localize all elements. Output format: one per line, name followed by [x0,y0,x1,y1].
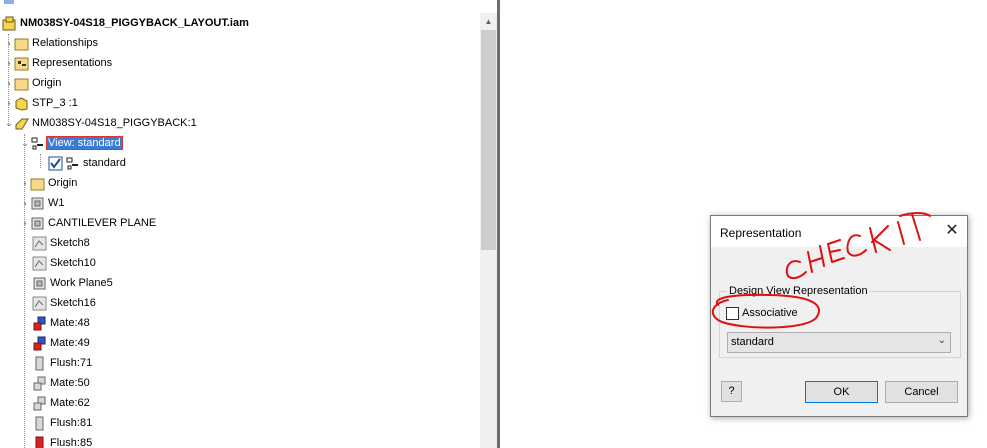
tree-item-label: NM038SY-04S18_PIGGYBACK:1 [32,117,197,129]
part-icon [14,96,29,111]
tree-item-label: Relationships [32,37,99,49]
tree-item-mate50[interactable]: Mate:50 [32,373,91,393]
work-plane-icon [30,216,45,231]
associative-checkbox[interactable] [726,307,739,320]
group-label: Design View Representation [727,285,870,297]
tree-item-label: W1 [48,197,65,209]
work-plane-icon [30,196,45,211]
subassembly-icon [14,116,29,131]
work-plane-icon [32,276,47,291]
chevron-down-icon[interactable]: ⌄ [20,138,30,148]
chevron-right-icon[interactable]: › [4,98,14,108]
tree-item-label: Work Plane5 [50,277,113,289]
cancel-button[interactable]: Cancel [885,381,958,403]
tree-item-label: Sketch8 [50,237,90,249]
tree-item-label: Mate:62 [50,397,90,409]
scroll-thumb[interactable] [481,30,496,250]
tree-guide-line [40,154,41,168]
tree-item-w1[interactable]: › W1 [20,193,66,213]
flush-constraint-icon [32,436,47,448]
tree-item-mate49[interactable]: Mate:49 [32,333,91,353]
folder-icon [14,36,29,51]
tree-item-label: Sketch16 [50,297,96,309]
tree-item-flush71[interactable]: Flush:71 [32,353,93,373]
tree-item-representations[interactable]: › Representations [4,53,113,73]
folder-icon [30,176,45,191]
tree-item-sketch10[interactable]: Sketch10 [32,253,97,273]
tree-item-label-selected: View: standard [46,136,123,150]
tree-item-cantilever-plane[interactable]: › CANTILEVER PLANE [20,213,157,233]
sketch-icon [32,256,47,271]
mate-constraint-icon [32,376,47,391]
tree-item-label: STP_3 :1 [32,97,78,109]
tree-item-mate62[interactable]: Mate:62 [32,393,91,413]
tree-root-label: NM038SY-04S18_PIGGYBACK_LAYOUT.iam [20,17,249,29]
tree-item-label: Representations [32,57,113,69]
sketch-icon [32,236,47,251]
tree-item-flush85[interactable]: Flush:85 [32,433,93,448]
chevron-right-icon[interactable]: › [4,38,14,48]
chevron-down-icon[interactable]: ⌄ [4,118,14,128]
panel-splitter[interactable] [497,0,500,448]
chevron-right-icon[interactable]: › [20,178,30,188]
chevron-right-icon[interactable]: › [4,78,14,88]
dialog-title: Representation [720,226,802,240]
vertical-scrollbar[interactable]: ▲ [480,13,497,448]
folder-icon [14,76,29,91]
chevron-right-icon[interactable]: › [4,58,14,68]
sketch-icon [32,296,47,311]
top-cut-row [0,0,480,6]
assembly-icon [2,16,17,31]
scroll-up-arrow-icon[interactable]: ▲ [480,13,497,30]
help-button[interactable]: ? [721,381,742,402]
tree-item-label: Flush:71 [50,357,93,369]
mate-constraint-icon [32,396,47,411]
tree-item-origin-sub[interactable]: › Origin [20,173,78,193]
tree-item-relationships[interactable]: › Relationships [4,33,99,53]
close-icon[interactable]: ✕ [943,222,961,240]
tree-item-label: Mate:50 [50,377,90,389]
tree-item-view-standard[interactable]: ⌄ View: standard [20,133,123,153]
browser-tree-panel: NM038SY-04S18_PIGGYBACK_LAYOUT.iam › Rel… [0,0,480,448]
flush-constraint-icon [32,356,47,371]
tree-item-label: Flush:81 [50,417,93,429]
tree-item-label: Mate:48 [50,317,90,329]
view-representation-icon [30,136,45,151]
tree-item-label: Flush:85 [50,437,93,448]
tree-item-label: CANTILEVER PLANE [48,217,157,229]
ok-button[interactable]: OK [805,381,878,403]
tree-item-label: Mate:49 [50,337,90,349]
checkbox-checked-icon[interactable] [48,156,63,171]
flush-constraint-icon [32,416,47,431]
tree-item-mate48[interactable]: Mate:48 [32,313,91,333]
view-representation-icon [65,156,80,171]
tree-item-sketch8[interactable]: Sketch8 [32,233,91,253]
chevron-down-icon: ⌄ [937,335,946,346]
tree-item-label: standard [83,157,126,169]
tree-item-label: Sketch10 [50,257,96,269]
tree-item-label: Origin [32,77,62,89]
representation-dialog: Representation ✕ Design View Representat… [710,215,968,417]
view-representation-select[interactable]: standard ⌄ [727,332,951,353]
associative-label[interactable]: Associative [742,307,798,319]
tree-item-work-plane5[interactable]: Work Plane5 [32,273,114,293]
tree-item-stp3[interactable]: › STP_3 :1 [4,93,79,113]
tree-item-sketch16[interactable]: Sketch16 [32,293,97,313]
tree-item-standard[interactable]: standard [48,153,127,173]
tree-item-piggyback[interactable]: ⌄ NM038SY-04S18_PIGGYBACK:1 [4,113,198,133]
chevron-right-icon[interactable]: › [20,218,30,228]
tree-item-flush81[interactable]: Flush:81 [32,413,93,433]
mate-constraint-icon [32,316,47,331]
dialog-titlebar[interactable]: Representation ✕ [711,216,967,247]
chevron-right-icon[interactable]: › [20,198,30,208]
select-value: standard [731,336,774,348]
tree-root[interactable]: NM038SY-04S18_PIGGYBACK_LAYOUT.iam [2,13,250,33]
tree-item-origin[interactable]: › Origin [4,73,62,93]
mate-constraint-icon [32,336,47,351]
representations-icon [14,56,29,71]
tree-item-label: Origin [48,177,78,189]
